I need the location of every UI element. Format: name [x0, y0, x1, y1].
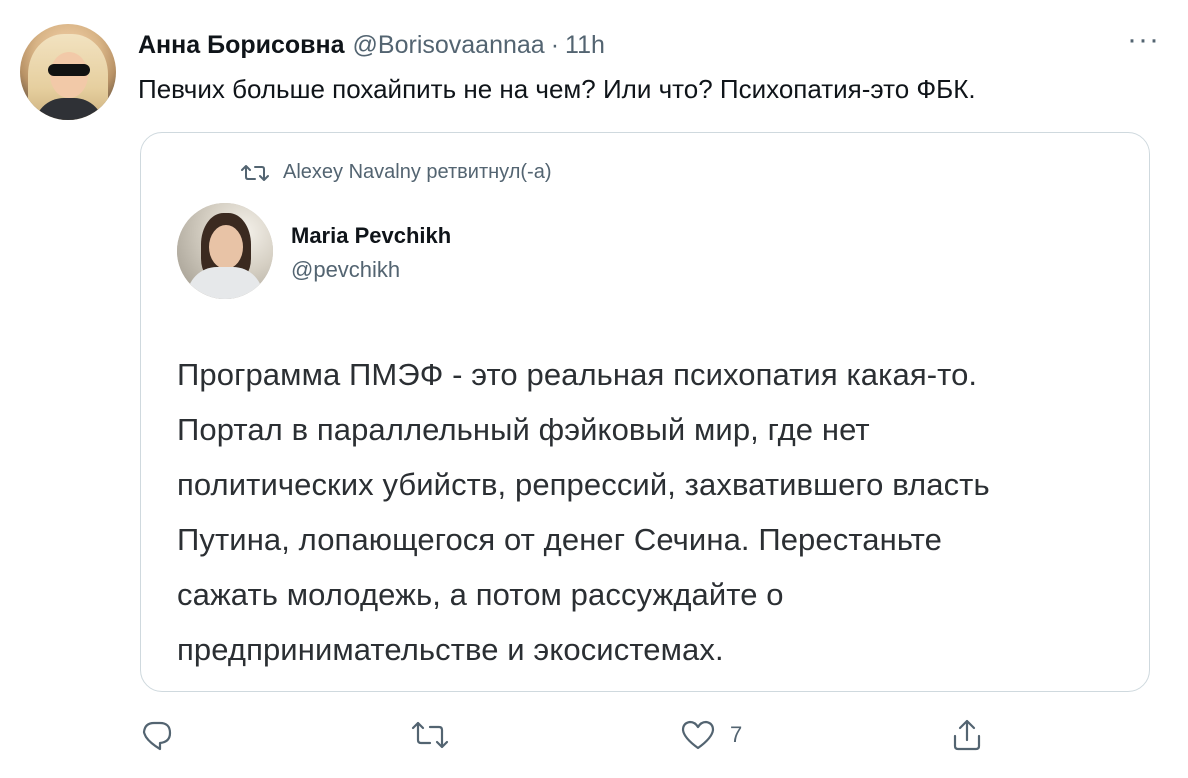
retweet-icon — [411, 721, 449, 749]
retweet-indicator-text: Alexey Navalny ретвитнул(-а) — [283, 161, 552, 183]
quoted-text-line: Программа ПМЭФ - это реальная психопатия… — [177, 357, 978, 392]
like-button[interactable]: 7 — [680, 718, 742, 752]
like-count: 7 — [730, 722, 743, 747]
quoted-tweet-text: Программа ПМЭФ - это реальная психопатия… — [177, 347, 1147, 677]
quoted-text-line: предпринимательстве и экосистемах. — [177, 632, 724, 667]
author-avatar[interactable] — [20, 24, 116, 120]
quoted-author-name[interactable]: Maria Pevchikh — [291, 223, 451, 249]
separator-dot: · — [550, 30, 560, 59]
author-handle[interactable]: @Borisovaannaa — [353, 31, 545, 60]
quoted-author-handle[interactable]: @pevchikh — [291, 257, 400, 283]
more-options-icon[interactable]: ··· — [1127, 25, 1160, 55]
share-icon — [953, 719, 981, 751]
quoted-text-line: Путина, лопающегося от денег Сечина. Пер… — [177, 522, 942, 557]
heart-icon — [681, 720, 715, 750]
quoted-author-avatar[interactable] — [177, 203, 273, 299]
tweet-header: Анна Борисовна @Borisovaannaa · 11h — [138, 28, 1168, 62]
quoted-tweet[interactable]: Alexey Navalny ретвитнул(-а) Maria Pevch… — [140, 132, 1150, 692]
retweet-indicator: Alexey Navalny ретвитнул(-а) — [241, 161, 551, 184]
retweet-button[interactable] — [410, 718, 450, 752]
tweet: Анна Борисовна @Borisovaannaa · 11h ··· … — [0, 0, 1188, 778]
tweet-timestamp[interactable]: 11h — [565, 31, 605, 60]
quoted-text-line: Портал в параллельный фэйковый мир, где … — [177, 412, 870, 447]
reply-button[interactable] — [140, 718, 174, 752]
reply-icon — [142, 721, 172, 751]
tweet-actions: 7 — [140, 718, 1000, 758]
quoted-text-line: сажать молодежь, а потом рассуждайте о — [177, 577, 784, 612]
quoted-text-line: политических убийств, репрессий, захвати… — [177, 467, 990, 502]
share-button[interactable] — [950, 718, 984, 752]
author-name[interactable]: Анна Борисовна — [138, 31, 345, 60]
retweet-small-icon — [241, 164, 269, 181]
tweet-text: Певчих больше похайпить не на чем? Или ч… — [138, 74, 976, 104]
